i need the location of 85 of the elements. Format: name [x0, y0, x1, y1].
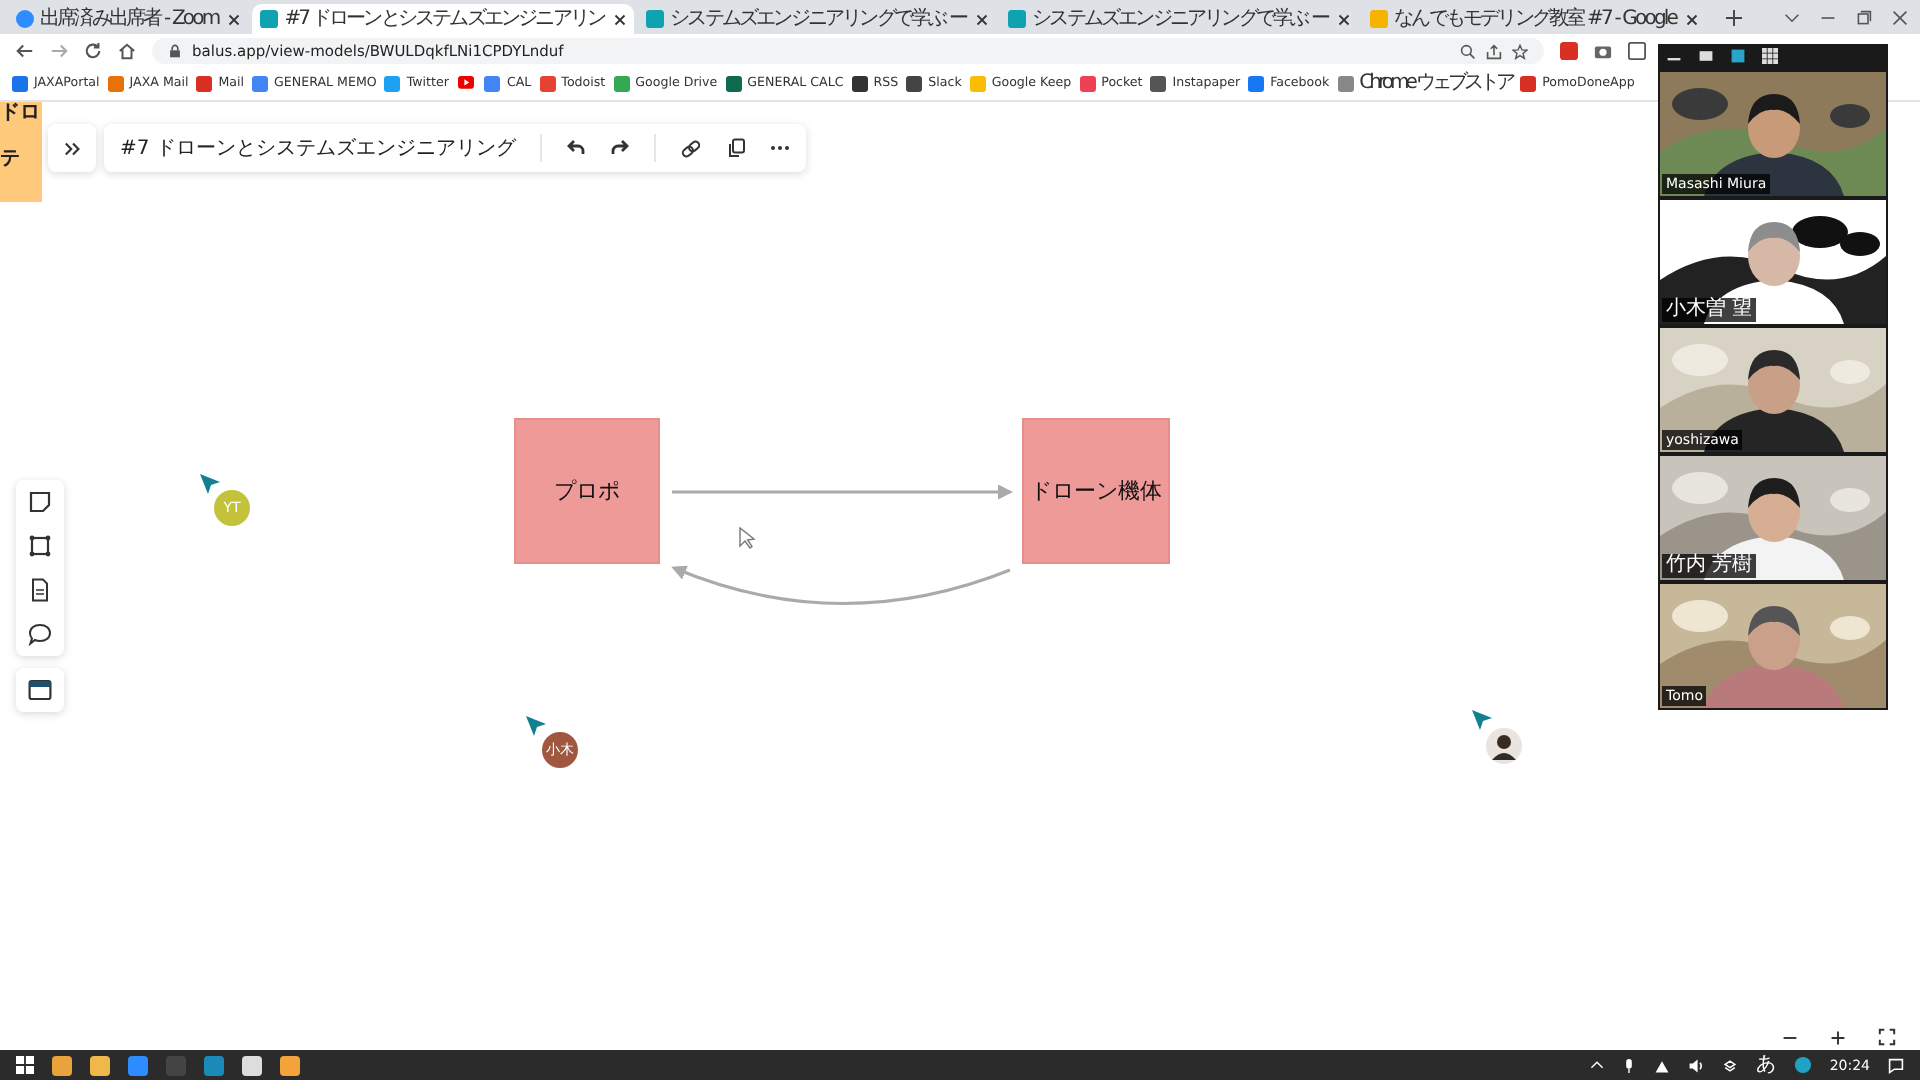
note-text: ドロ: [0, 102, 42, 124]
site-icon: [1248, 76, 1265, 92]
close-icon[interactable]: [614, 13, 627, 25]
diagram-node[interactable]: ドローン機体: [1022, 418, 1170, 564]
lock-icon: [168, 44, 182, 58]
link-icon[interactable]: [679, 137, 702, 159]
new-tab-icon[interactable]: [1726, 9, 1743, 25]
network-icon[interactable]: [1653, 1057, 1670, 1073]
copy-icon[interactable]: [725, 138, 746, 158]
chevron-up-icon[interactable]: [1589, 1058, 1604, 1072]
single-view-icon[interactable]: [1698, 48, 1714, 64]
site-icon: [260, 10, 279, 28]
close-icon[interactable]: [1686, 13, 1699, 25]
windows-icon[interactable]: [16, 1056, 34, 1074]
bookmark-icon[interactable]: [456, 76, 477, 92]
sticky-note-icon[interactable]: [28, 490, 52, 514]
site-icon: [851, 76, 868, 92]
site-icon: [969, 76, 986, 92]
site-icon: [725, 76, 742, 92]
close-icon[interactable]: [1892, 9, 1908, 25]
site-icon: [384, 76, 401, 92]
active-speaker-icon[interactable]: [1730, 48, 1746, 64]
expand-button[interactable]: [48, 124, 96, 172]
grid-view-icon[interactable]: [1762, 48, 1778, 64]
site-icon: [252, 76, 269, 92]
site-icon: [12, 76, 28, 92]
input-method-indicator[interactable]: あ: [1755, 1051, 1776, 1079]
chevron-down-icon[interactable]: [1784, 9, 1800, 25]
site-icon: [107, 76, 124, 92]
site-icon: [1337, 76, 1354, 92]
zoom-icon[interactable]: [1460, 43, 1476, 59]
restore-icon[interactable]: [1856, 9, 1872, 25]
note-text: テ: [0, 148, 22, 170]
home-icon[interactable]: [118, 42, 136, 60]
zoom-in-icon[interactable]: [1830, 1029, 1846, 1045]
close-icon[interactable]: [228, 13, 241, 25]
site-icon: [613, 76, 630, 92]
site-icon: [906, 76, 923, 92]
site-icon: [196, 76, 213, 92]
site-icon: [1520, 76, 1537, 92]
site-icon: [1370, 10, 1389, 28]
participant-name: 竹内 芳樹: [1662, 554, 1757, 578]
speaker-icon[interactable]: [1687, 1057, 1704, 1073]
site-icon: [539, 76, 556, 92]
diagram-node[interactable]: プロポ: [514, 418, 660, 564]
cursor-icon: [1472, 710, 1492, 730]
browser-tab[interactable]: 出席済み出席者 - Zoom: [8, 4, 249, 34]
site-icon: [646, 10, 665, 28]
camera-icon[interactable]: [1594, 42, 1612, 60]
star-icon[interactable]: [1512, 43, 1528, 59]
comment-icon[interactable]: [28, 622, 52, 646]
document-icon[interactable]: [28, 578, 52, 602]
double-chevron-icon: [63, 139, 81, 157]
close-icon[interactable]: [1338, 13, 1351, 25]
back-icon[interactable]: [16, 42, 34, 60]
site-icon: [484, 76, 501, 92]
fullscreen-icon[interactable]: [1878, 1028, 1896, 1046]
window-icon[interactable]: [1628, 42, 1646, 60]
undo-icon[interactable]: [565, 138, 586, 158]
site-icon: [1079, 76, 1096, 92]
globe-icon[interactable]: [1793, 1056, 1812, 1074]
redo-icon[interactable]: [609, 138, 630, 158]
browser-tab[interactable]: なんでもモデリング教室 #7 - Google: [1362, 4, 1707, 34]
cursor-icon: [526, 716, 546, 736]
cursor-icon: [200, 474, 220, 494]
sticky-note[interactable]: ドロ テ: [0, 102, 42, 202]
more-icon[interactable]: [769, 144, 790, 152]
frame-icon[interactable]: [28, 534, 52, 558]
model-title[interactable]: #7 ドローンとシステムズエンジニアリング: [120, 134, 516, 162]
share-icon[interactable]: [1486, 43, 1502, 59]
calendar-icon[interactable]: [28, 678, 52, 702]
browser-tab[interactable]: システムズエンジニアリングで学ぶ ー: [638, 4, 997, 34]
mouse-pointer-icon: [739, 526, 756, 549]
browser-tab[interactable]: システムズエンジニアリングで学ぶ ー: [1000, 4, 1359, 34]
notification-icon[interactable]: [1888, 1057, 1904, 1073]
site-icon: [1008, 10, 1027, 28]
user-avatar: [1486, 728, 1522, 764]
site-icon: [1150, 76, 1167, 92]
participant-name: 小木曽 望: [1662, 298, 1757, 322]
browser-tab[interactable]: #7 ドローンとシステムズエンジニアリン: [252, 4, 635, 34]
microphone-icon[interactable]: [1621, 1057, 1636, 1073]
site-icon: [16, 10, 34, 28]
close-icon[interactable]: [976, 13, 989, 25]
bookmark-link[interactable]: Chrome ウェブストア: [1337, 72, 1513, 96]
reload-icon[interactable]: [84, 42, 102, 60]
